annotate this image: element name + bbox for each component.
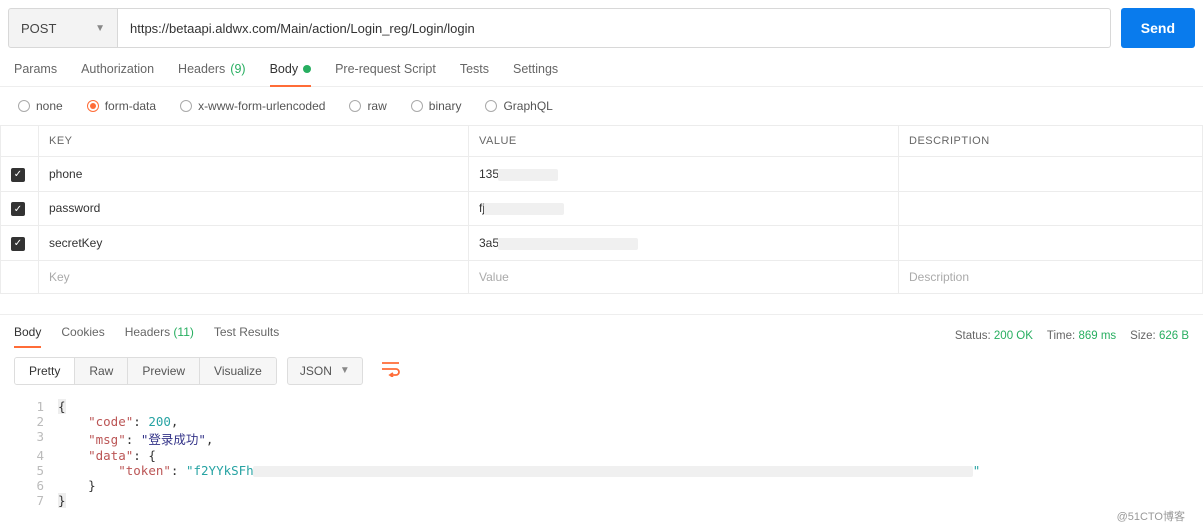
tab-authorization[interactable]: Authorization	[81, 62, 154, 86]
col-check	[1, 126, 39, 157]
wrap-icon	[381, 361, 401, 377]
redacted-value	[498, 238, 638, 250]
param-key[interactable]: password	[49, 201, 100, 215]
param-value[interactable]: 135	[479, 167, 499, 181]
wrap-lines-button[interactable]	[373, 357, 409, 384]
param-description[interactable]	[899, 157, 1203, 192]
view-mode-group: Pretty Raw Preview Visualize	[14, 357, 277, 385]
param-description[interactable]	[899, 191, 1203, 226]
row-checkbox[interactable]: ✓	[11, 202, 25, 216]
new-description-input[interactable]	[909, 270, 1192, 284]
view-visualize-button[interactable]: Visualize	[200, 358, 276, 384]
status-code: 200 OK	[994, 330, 1033, 342]
radio-icon	[180, 100, 192, 112]
redacted-value	[253, 466, 973, 477]
table-row: ✓ secretKey 3a5	[1, 226, 1203, 261]
response-stats: Status: 200 OK Time: 869 ms Size: 626 B	[955, 330, 1189, 342]
col-description: DESCRIPTION	[899, 126, 1203, 157]
view-preview-button[interactable]: Preview	[128, 358, 200, 384]
http-method-value: POST	[21, 21, 56, 36]
radio-none[interactable]: none	[18, 99, 63, 113]
radio-icon	[485, 100, 497, 112]
tab-prerequest[interactable]: Pre-request Script	[335, 62, 436, 86]
param-value[interactable]: 3a5	[479, 236, 499, 250]
response-body[interactable]: 1{ 2 "code": 200, 3 "msg": "登录成功", 4 "da…	[14, 395, 1189, 528]
col-value: VALUE	[469, 126, 899, 157]
param-description[interactable]	[899, 226, 1203, 261]
radio-icon	[411, 100, 423, 112]
format-select[interactable]: JSON ▼	[287, 357, 363, 385]
radio-raw[interactable]: raw	[349, 99, 386, 113]
table-row: ✓ phone 135	[1, 157, 1203, 192]
time-value: 869 ms	[1078, 330, 1116, 342]
resp-tab-headers[interactable]: Headers (11)	[125, 325, 194, 347]
radio-graphql[interactable]: GraphQL	[485, 99, 552, 113]
new-key-input[interactable]	[49, 270, 458, 284]
request-url-input[interactable]	[118, 8, 1111, 48]
radio-icon	[18, 100, 30, 112]
param-key[interactable]: secretKey	[49, 236, 102, 250]
param-key[interactable]: phone	[49, 167, 82, 181]
size-value: 626 B	[1159, 330, 1189, 342]
tab-headers[interactable]: Headers (9)	[178, 62, 246, 86]
tab-params[interactable]: Params	[14, 62, 57, 86]
view-raw-button[interactable]: Raw	[75, 358, 128, 384]
radio-icon	[349, 100, 361, 112]
row-checkbox[interactable]: ✓	[11, 168, 25, 182]
view-pretty-button[interactable]: Pretty	[15, 358, 75, 384]
tab-body[interactable]: Body	[270, 62, 312, 86]
send-button[interactable]: Send	[1121, 8, 1195, 48]
table-row: ✓ password fj	[1, 191, 1203, 226]
dot-icon	[303, 65, 311, 73]
radio-form-data[interactable]: form-data	[87, 99, 156, 113]
http-method-select[interactable]: POST ▼	[8, 8, 118, 48]
tab-tests[interactable]: Tests	[460, 62, 489, 86]
resp-tab-cookies[interactable]: Cookies	[61, 325, 104, 347]
chevron-down-icon: ▼	[340, 365, 350, 376]
chevron-down-icon: ▼	[95, 23, 105, 34]
resp-tab-body[interactable]: Body	[14, 325, 41, 347]
tab-settings[interactable]: Settings	[513, 62, 558, 86]
radio-x-www-form-urlencoded[interactable]: x-www-form-urlencoded	[180, 99, 325, 113]
redacted-value	[498, 169, 558, 181]
watermark: @51CTO博客	[1117, 508, 1185, 524]
form-data-table: KEY VALUE DESCRIPTION ✓ phone 135 ✓ pass…	[0, 125, 1203, 294]
table-row-new	[1, 260, 1203, 293]
radio-icon	[87, 100, 99, 112]
radio-binary[interactable]: binary	[411, 99, 462, 113]
col-key: KEY	[39, 126, 469, 157]
new-value-input[interactable]	[479, 270, 888, 284]
redacted-value	[484, 203, 564, 215]
resp-tab-test-results[interactable]: Test Results	[214, 325, 279, 347]
row-checkbox[interactable]: ✓	[11, 237, 25, 251]
